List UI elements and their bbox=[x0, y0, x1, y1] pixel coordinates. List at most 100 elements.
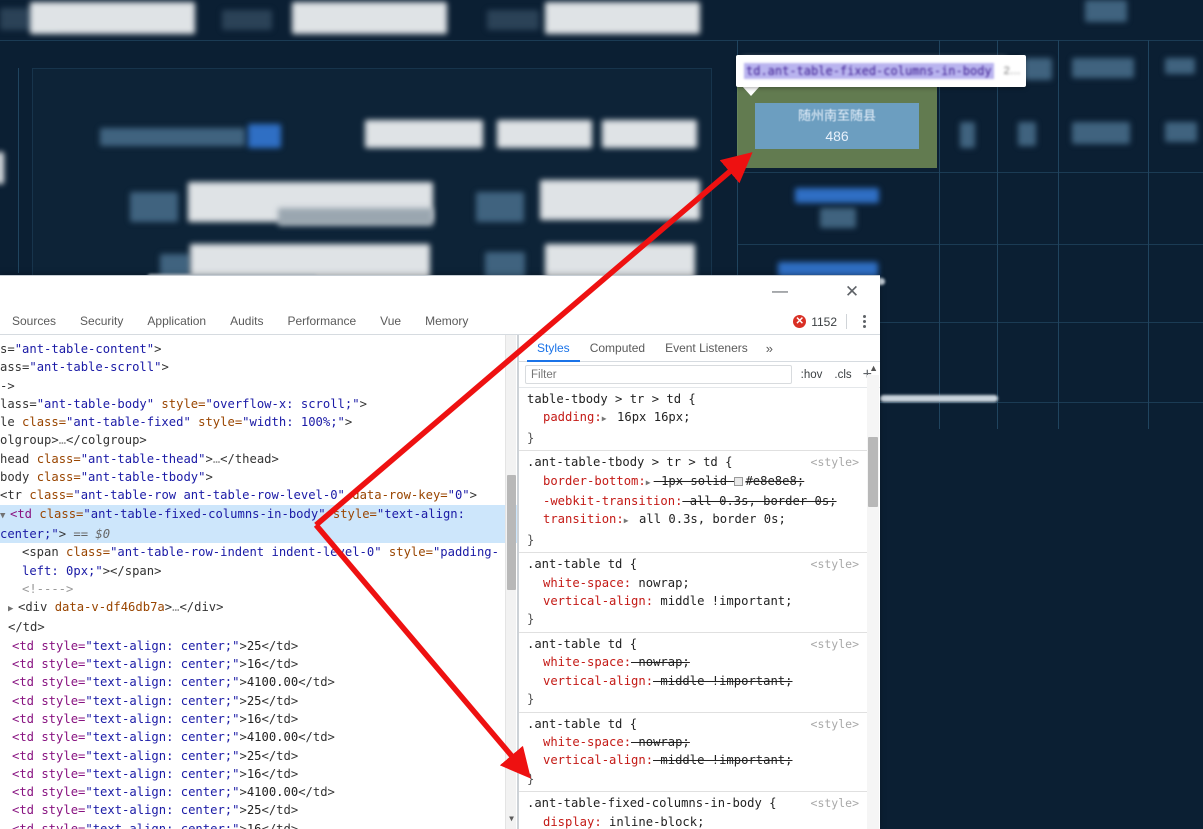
dom-tree-line[interactable]: body class="ant-table-tbody"> bbox=[0, 468, 518, 486]
maximize-button[interactable] bbox=[798, 278, 834, 306]
dom-tree-line[interactable]: <td style="text-align: center;">4100.00<… bbox=[0, 783, 518, 801]
dom-tree-line[interactable]: ▶<div data-v-df46db7a>…</div> bbox=[0, 598, 518, 618]
tab-event-listeners[interactable]: Event Listeners bbox=[655, 335, 758, 361]
more-tabs-icon[interactable]: » bbox=[758, 341, 781, 356]
minimize-button[interactable]: — bbox=[762, 278, 798, 306]
style-property-name[interactable]: padding: bbox=[527, 408, 602, 426]
dom-tree-line[interactable]: <td style="text-align: center;">4100.00<… bbox=[0, 673, 518, 691]
dom-tree-line[interactable]: <td style="text-align: center;">16</td> bbox=[0, 765, 518, 783]
dom-tree-line[interactable]: head class="ant-table-thead">…</thead> bbox=[0, 450, 518, 468]
dom-tree-line[interactable]: olgroup>…</colgroup> bbox=[0, 431, 518, 449]
style-rule-selector[interactable]: table-tbody > tr > td { bbox=[527, 390, 867, 408]
dom-tree-line[interactable]: -> bbox=[0, 377, 518, 395]
dom-tree-line[interactable]: lass="ant-table-body" style="overflow-x:… bbox=[0, 395, 518, 413]
expand-triangle-icon[interactable]: ▶ bbox=[602, 410, 610, 428]
style-declaration[interactable]: white-space: nowrap; bbox=[527, 653, 867, 671]
style-declaration[interactable]: vertical-align: middle !important; bbox=[527, 672, 867, 690]
style-property-name[interactable]: display: bbox=[527, 813, 602, 829]
style-rule[interactable]: table-tbody > tr > td {padding: ▶ 16px 1… bbox=[519, 388, 867, 451]
styles-filter-input[interactable] bbox=[525, 365, 792, 384]
style-rule[interactable]: <style>.ant-table td {white-space: nowra… bbox=[519, 553, 867, 633]
dom-tree-line[interactable]: <td style="text-align: center;">4100.00<… bbox=[0, 728, 518, 746]
dom-tree-line[interactable]: ▼<td class="ant-table-fixed-columns-in-b… bbox=[0, 505, 518, 525]
dom-tree-line[interactable]: <td style="text-align: center;">25</td> bbox=[0, 801, 518, 819]
style-property-name[interactable]: white-space: bbox=[527, 733, 631, 751]
page-horizontal-scrollbar[interactable] bbox=[880, 395, 998, 402]
expand-triangle-icon[interactable]: ▶ bbox=[624, 512, 632, 530]
styles-scrollbar-thumb[interactable] bbox=[868, 437, 878, 507]
style-declaration[interactable]: border-bottom: ▶ 1px solid #e8e8e8; bbox=[527, 472, 867, 492]
style-rule[interactable]: <style>.ant-table td {white-space: nowra… bbox=[519, 633, 867, 713]
hov-toggle-button[interactable]: :hov bbox=[798, 369, 826, 381]
style-property-value[interactable]: nowrap; bbox=[631, 735, 690, 749]
color-swatch-icon[interactable] bbox=[734, 477, 743, 486]
tab-memory[interactable]: Memory bbox=[413, 308, 480, 334]
tab-performance[interactable]: Performance bbox=[275, 308, 368, 334]
expand-triangle-icon[interactable]: ▶ bbox=[646, 474, 654, 492]
dom-tree-line[interactable]: <td style="text-align: center;">16</td> bbox=[0, 820, 518, 829]
style-declaration[interactable]: -webkit-transition: all 0.3s, border 0s; bbox=[527, 492, 867, 510]
style-property-name[interactable]: white-space: bbox=[527, 574, 631, 592]
dom-tree-line[interactable]: <td style="text-align: center;">16</td> bbox=[0, 710, 518, 728]
dom-tree-scrollbar[interactable]: ▼ bbox=[505, 335, 516, 829]
tab-audits[interactable]: Audits bbox=[218, 308, 275, 334]
style-rule-origin[interactable]: <style> bbox=[811, 555, 859, 573]
styles-scrollbar[interactable] bbox=[867, 375, 879, 829]
style-declaration[interactable]: display: inline-block; bbox=[527, 813, 867, 829]
style-property-value[interactable]: nowrap; bbox=[631, 655, 690, 669]
error-count-badge[interactable]: ✕ 1152 bbox=[793, 315, 837, 329]
style-property-name[interactable]: vertical-align: bbox=[527, 592, 653, 610]
style-declaration[interactable]: transition: ▶ all 0.3s, border 0s; bbox=[527, 510, 867, 530]
close-button[interactable]: ✕ bbox=[834, 278, 870, 306]
dom-tree-line[interactable]: center;"> == $0 bbox=[0, 525, 518, 543]
style-declaration[interactable]: white-space: nowrap; bbox=[527, 574, 867, 592]
dom-tree-line[interactable]: left: 0px;"></span> bbox=[0, 562, 518, 580]
style-declaration[interactable]: vertical-align: middle !important; bbox=[527, 592, 867, 610]
style-rule[interactable]: <style>.ant-table td {white-space: nowra… bbox=[519, 713, 867, 793]
chevron-down-icon[interactable]: ▼ bbox=[507, 810, 516, 828]
style-declaration[interactable]: vertical-align: middle !important; bbox=[527, 751, 867, 769]
tab-sources[interactable]: Sources bbox=[0, 308, 68, 334]
chevron-up-icon[interactable]: ▲ bbox=[869, 363, 878, 373]
style-rule[interactable]: <style>.ant-table-fixed-columns-in-body … bbox=[519, 792, 867, 829]
style-rule[interactable]: <style>.ant-table-tbody > tr > td {borde… bbox=[519, 451, 867, 553]
tab-security[interactable]: Security bbox=[68, 308, 135, 334]
style-rule-origin[interactable]: <style> bbox=[811, 794, 859, 812]
dom-tree-panel[interactable]: s="ant-table-content">ass="ant-table-scr… bbox=[0, 335, 518, 829]
style-property-name[interactable]: vertical-align: bbox=[527, 672, 653, 690]
dom-tree-line[interactable]: <td style="text-align: center;">25</td> bbox=[0, 637, 518, 655]
dom-tree-line[interactable]: <span class="ant-table-row-indent indent… bbox=[0, 543, 518, 561]
style-property-value[interactable]: 1px solid #e8e8e8; bbox=[654, 474, 804, 488]
tab-styles[interactable]: Styles bbox=[527, 335, 580, 362]
style-property-value[interactable]: 16px 16px; bbox=[610, 410, 691, 424]
style-property-name[interactable]: white-space: bbox=[527, 653, 631, 671]
tab-vue[interactable]: Vue bbox=[368, 308, 413, 334]
dom-tree-line[interactable]: <td style="text-align: center;">25</td> bbox=[0, 692, 518, 710]
dom-tree-line[interactable]: <td style="text-align: center;">25</td> bbox=[0, 747, 518, 765]
dom-tree-scrollbar-thumb[interactable] bbox=[507, 475, 516, 590]
style-property-name[interactable]: vertical-align: bbox=[527, 751, 653, 769]
dom-tree-line[interactable]: <!----> bbox=[0, 580, 518, 598]
style-property-value[interactable]: middle !important; bbox=[653, 753, 792, 767]
style-property-value[interactable]: all 0.3s, border 0s; bbox=[632, 512, 786, 526]
dom-tree-line[interactable]: ass="ant-table-scroll"> bbox=[0, 358, 518, 376]
style-property-value[interactable]: nowrap; bbox=[631, 576, 690, 590]
dom-tree-line[interactable]: </td> bbox=[0, 618, 518, 636]
dom-tree-line[interactable]: le class="ant-table-fixed" style="width:… bbox=[0, 413, 518, 431]
style-declaration[interactable]: padding: ▶ 16px 16px; bbox=[527, 408, 867, 428]
style-rule-origin[interactable]: <style> bbox=[811, 635, 859, 653]
style-declaration[interactable]: white-space: nowrap; bbox=[527, 733, 867, 751]
style-rule-origin[interactable]: <style> bbox=[811, 453, 859, 471]
dom-tree-line[interactable]: <td style="text-align: center;">16</td> bbox=[0, 655, 518, 673]
cls-toggle-button[interactable]: .cls bbox=[831, 369, 854, 381]
dom-tree-line[interactable]: s="ant-table-content"> bbox=[0, 340, 518, 358]
style-property-value[interactable]: middle !important; bbox=[653, 674, 792, 688]
style-property-name[interactable]: border-bottom: bbox=[527, 472, 646, 490]
style-rule-origin[interactable]: <style> bbox=[811, 715, 859, 733]
style-property-value[interactable]: middle !important; bbox=[653, 594, 792, 608]
style-property-name[interactable]: transition: bbox=[527, 510, 624, 528]
tab-application[interactable]: Application bbox=[135, 308, 218, 334]
style-property-name[interactable]: -webkit-transition: bbox=[527, 492, 682, 510]
tab-computed[interactable]: Computed bbox=[580, 335, 655, 361]
style-property-value[interactable]: inline-block; bbox=[602, 815, 705, 829]
